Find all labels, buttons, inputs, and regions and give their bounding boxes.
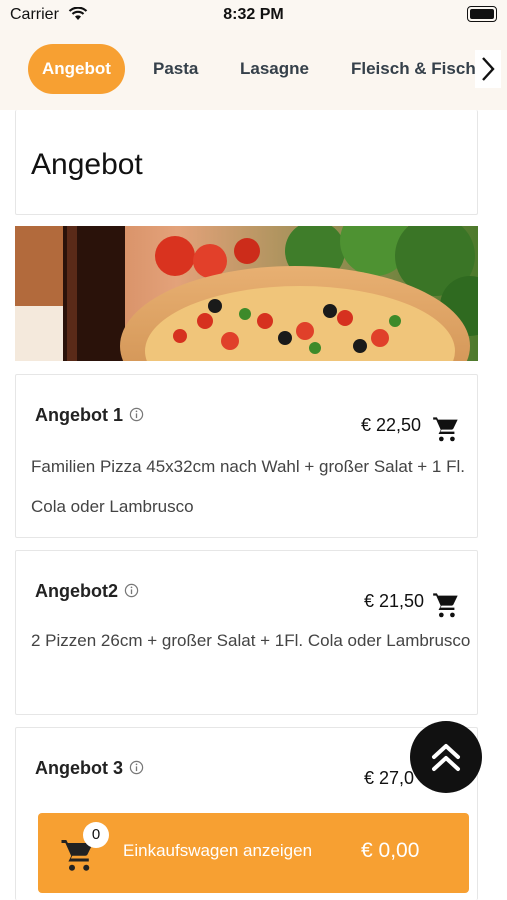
offer-name-text: Angebot 3 [35, 758, 123, 778]
category-banner-image [15, 226, 478, 361]
chevron-right-icon [482, 57, 495, 81]
offer-name-text: Angebot2 [35, 581, 118, 601]
clock: 8:32 PM [223, 6, 284, 23]
category-tab-angebot[interactable]: Angebot [28, 44, 125, 94]
offer-title: Angebot2 [35, 581, 139, 602]
battery-icon [467, 6, 497, 22]
add-to-cart-icon[interactable] [432, 415, 460, 443]
add-to-cart-icon[interactable] [432, 591, 460, 619]
offer-price: € 21,50 [364, 591, 425, 611]
double-chevron-up-icon [432, 744, 460, 771]
offer-description: Familien Pizza 45x32cm nach Wahl + große… [31, 457, 465, 516]
info-icon[interactable] [129, 760, 144, 775]
offer-card[interactable]: Angebot 1 € 22,50 Familien Pizza 45x32cm… [15, 374, 478, 538]
offer-card[interactable]: Angebot2 € 21,50 2 Pizzen 26cm + großer … [15, 550, 478, 715]
cart-label: Einkaufswagen anzeigen [123, 841, 313, 860]
offer-price: € 27,0 [364, 768, 415, 788]
info-icon[interactable] [124, 583, 139, 598]
offer-description: 2 Pizzen 26cm + großer Salat + 1Fl. Cola… [31, 631, 471, 650]
cart-total: € 0,00 [361, 839, 420, 862]
offer-name-text: Angebot 1 [35, 405, 123, 425]
info-icon[interactable] [129, 407, 144, 422]
page-title: Angebot [31, 148, 143, 181]
offer-title: Angebot 3 [35, 758, 144, 779]
section-title-card: Angebot [15, 110, 478, 215]
status-bar: Carrier 8:32 PM [0, 0, 507, 30]
category-tab-pasta[interactable]: Pasta [153, 44, 198, 94]
category-tab-lasagne[interactable]: Lasagne [240, 44, 309, 94]
offer-price: € 22,50 [361, 415, 422, 435]
category-scroll-right-button[interactable] [475, 50, 501, 88]
category-bar: Angebot Pasta Lasagne Fleisch & Fisch [0, 30, 507, 110]
category-tab-fleisch-fisch[interactable]: Fleisch & Fisch [351, 44, 476, 94]
scroll-to-top-button[interactable] [410, 721, 482, 793]
view-cart-button[interactable]: 0 Einkaufswagen anzeigen € 0,00 [38, 813, 469, 893]
offer-title: Angebot 1 [35, 405, 144, 426]
cart-count-badge: 0 [83, 822, 109, 848]
